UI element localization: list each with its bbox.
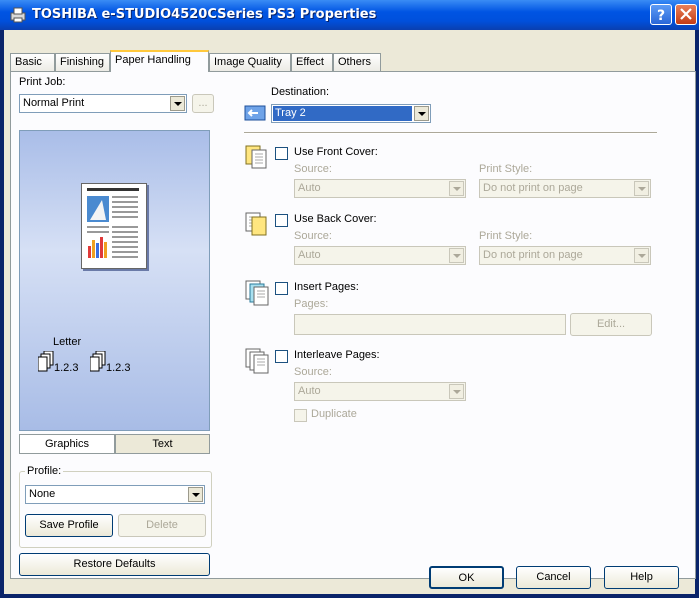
duplicate-checkbox[interactable] [294,409,307,422]
printer-icon [10,7,26,23]
print-job-label: Print Job: [19,76,66,88]
print-job-value: Normal Print [23,97,85,109]
interleave-checkbox[interactable] [275,350,288,363]
tab-label: Image Quality [214,56,282,68]
save-profile-button[interactable]: Save Profile [25,514,113,537]
front-cover-icon [245,145,267,169]
profile-select[interactable]: None [25,485,205,504]
chevron-down-icon [449,384,464,399]
interleave-source-select[interactable]: Auto [294,382,466,401]
paper-size-label: Letter [53,336,82,348]
back-cover-source-label: Source: [294,230,332,242]
tab-others[interactable]: Others [333,53,381,71]
back-cover-label: Use Back Cover: [294,213,377,225]
front-cover-style-label: Print Style: [479,163,533,175]
chevron-down-icon [634,181,649,196]
tab-basic[interactable]: Basic [10,53,55,71]
interleave-label: Interleave Pages: [294,349,380,361]
interleave-source-value: Auto [298,385,321,397]
interleave-pages-icon [245,348,269,374]
back-cover-source-value: Auto [298,249,321,261]
insert-pages-input[interactable] [294,314,566,335]
restore-defaults-button[interactable]: Restore Defaults [19,553,210,576]
back-cover-checkbox[interactable] [275,214,288,227]
tab-label: Paper Handling [115,54,191,66]
back-cover-style-label: Print Style: [479,230,533,242]
tab-label: Effect [296,56,324,68]
tab-image-quality[interactable]: Image Quality [209,53,291,71]
page-preview-image [81,183,147,269]
destination-select[interactable]: Tray 2 [271,104,431,123]
text-toggle[interactable]: Text [115,434,210,454]
svg-text:?: ? [657,8,665,24]
interleave-source-label: Source: [294,366,332,378]
ok-button[interactable]: OK [429,566,504,589]
help-button[interactable]: Help [604,566,679,589]
print-job-select[interactable]: Normal Print [19,94,187,113]
chevron-down-icon [449,181,464,196]
front-cover-style-value: Do not print on page [483,182,583,194]
insert-pages-icon [245,280,269,306]
graphics-toggle-label: Graphics [44,438,90,450]
collate-order-icon [38,351,54,372]
duplicate-label: Duplicate [311,408,357,420]
page-thumbnail-icon [87,188,139,258]
tray-destination-icon [244,105,266,121]
chevron-down-icon [449,248,464,263]
print-job-more-button[interactable]: ... [192,94,214,113]
delete-profile-button[interactable]: Delete [118,514,206,537]
back-cover-source-select[interactable]: Auto [294,246,466,265]
back-cover-style-select[interactable]: Do not print on page [479,246,651,265]
order-label-b: 1.2.3 [106,362,131,374]
close-icon [680,8,692,20]
dialog-body: Basic Finishing Paper Handling Image Qua… [4,30,696,594]
chevron-down-icon [634,248,649,263]
profile-label: Profile: [25,465,64,477]
properties-window: TOSHIBA e-STUDIO4520CSeries PS3 Properti… [0,0,699,598]
order-label-a: 1.2.3 [54,362,79,374]
tab-label: Others [338,56,372,68]
question-icon: ? [657,8,665,24]
text-toggle-label: Text [152,438,173,450]
window-title: TOSHIBA e-STUDIO4520CSeries PS3 Properti… [32,7,377,22]
tab-panel: Print Job: Normal Print ... Letter 1.2.3… [10,71,696,579]
tab-label: Finishing [60,56,105,68]
destination-value: Tray 2 [275,107,306,119]
collate-order-icon [90,351,106,372]
tab-effect[interactable]: Effect [291,53,333,71]
front-cover-label: Use Front Cover: [294,146,378,158]
close-button[interactable] [675,4,697,25]
edit-pages-button[interactable]: Edit... [570,313,652,336]
chevron-down-icon [170,96,185,111]
front-cover-style-select[interactable]: Do not print on page [479,179,651,198]
tab-paper-handling[interactable]: Paper Handling [110,50,209,72]
help-title-button[interactable]: ? [650,4,672,25]
insert-pages-label: Insert Pages: [294,281,359,293]
tab-label: Basic [15,56,42,68]
separator [244,132,657,134]
chevron-down-icon [414,106,429,121]
front-cover-source-value: Auto [298,182,321,194]
graphics-toggle[interactable]: Graphics [19,434,115,454]
cancel-button[interactable]: Cancel [516,566,591,589]
tab-finishing[interactable]: Finishing [55,53,110,71]
front-cover-checkbox[interactable] [275,147,288,160]
insert-pages-pages-label: Pages: [294,298,329,310]
back-cover-style-value: Do not print on page [483,249,583,261]
chevron-down-icon [188,487,203,502]
preview-pane: Letter 1.2.3 1.2.3 [19,130,210,431]
destination-label: Destination: [271,86,330,98]
insert-pages-checkbox[interactable] [275,282,288,295]
back-cover-icon [245,212,267,236]
profile-value: None [29,488,56,500]
title-bar[interactable]: TOSHIBA e-STUDIO4520CSeries PS3 Properti… [0,0,699,30]
front-cover-source-label: Source: [294,163,332,175]
front-cover-source-select[interactable]: Auto [294,179,466,198]
